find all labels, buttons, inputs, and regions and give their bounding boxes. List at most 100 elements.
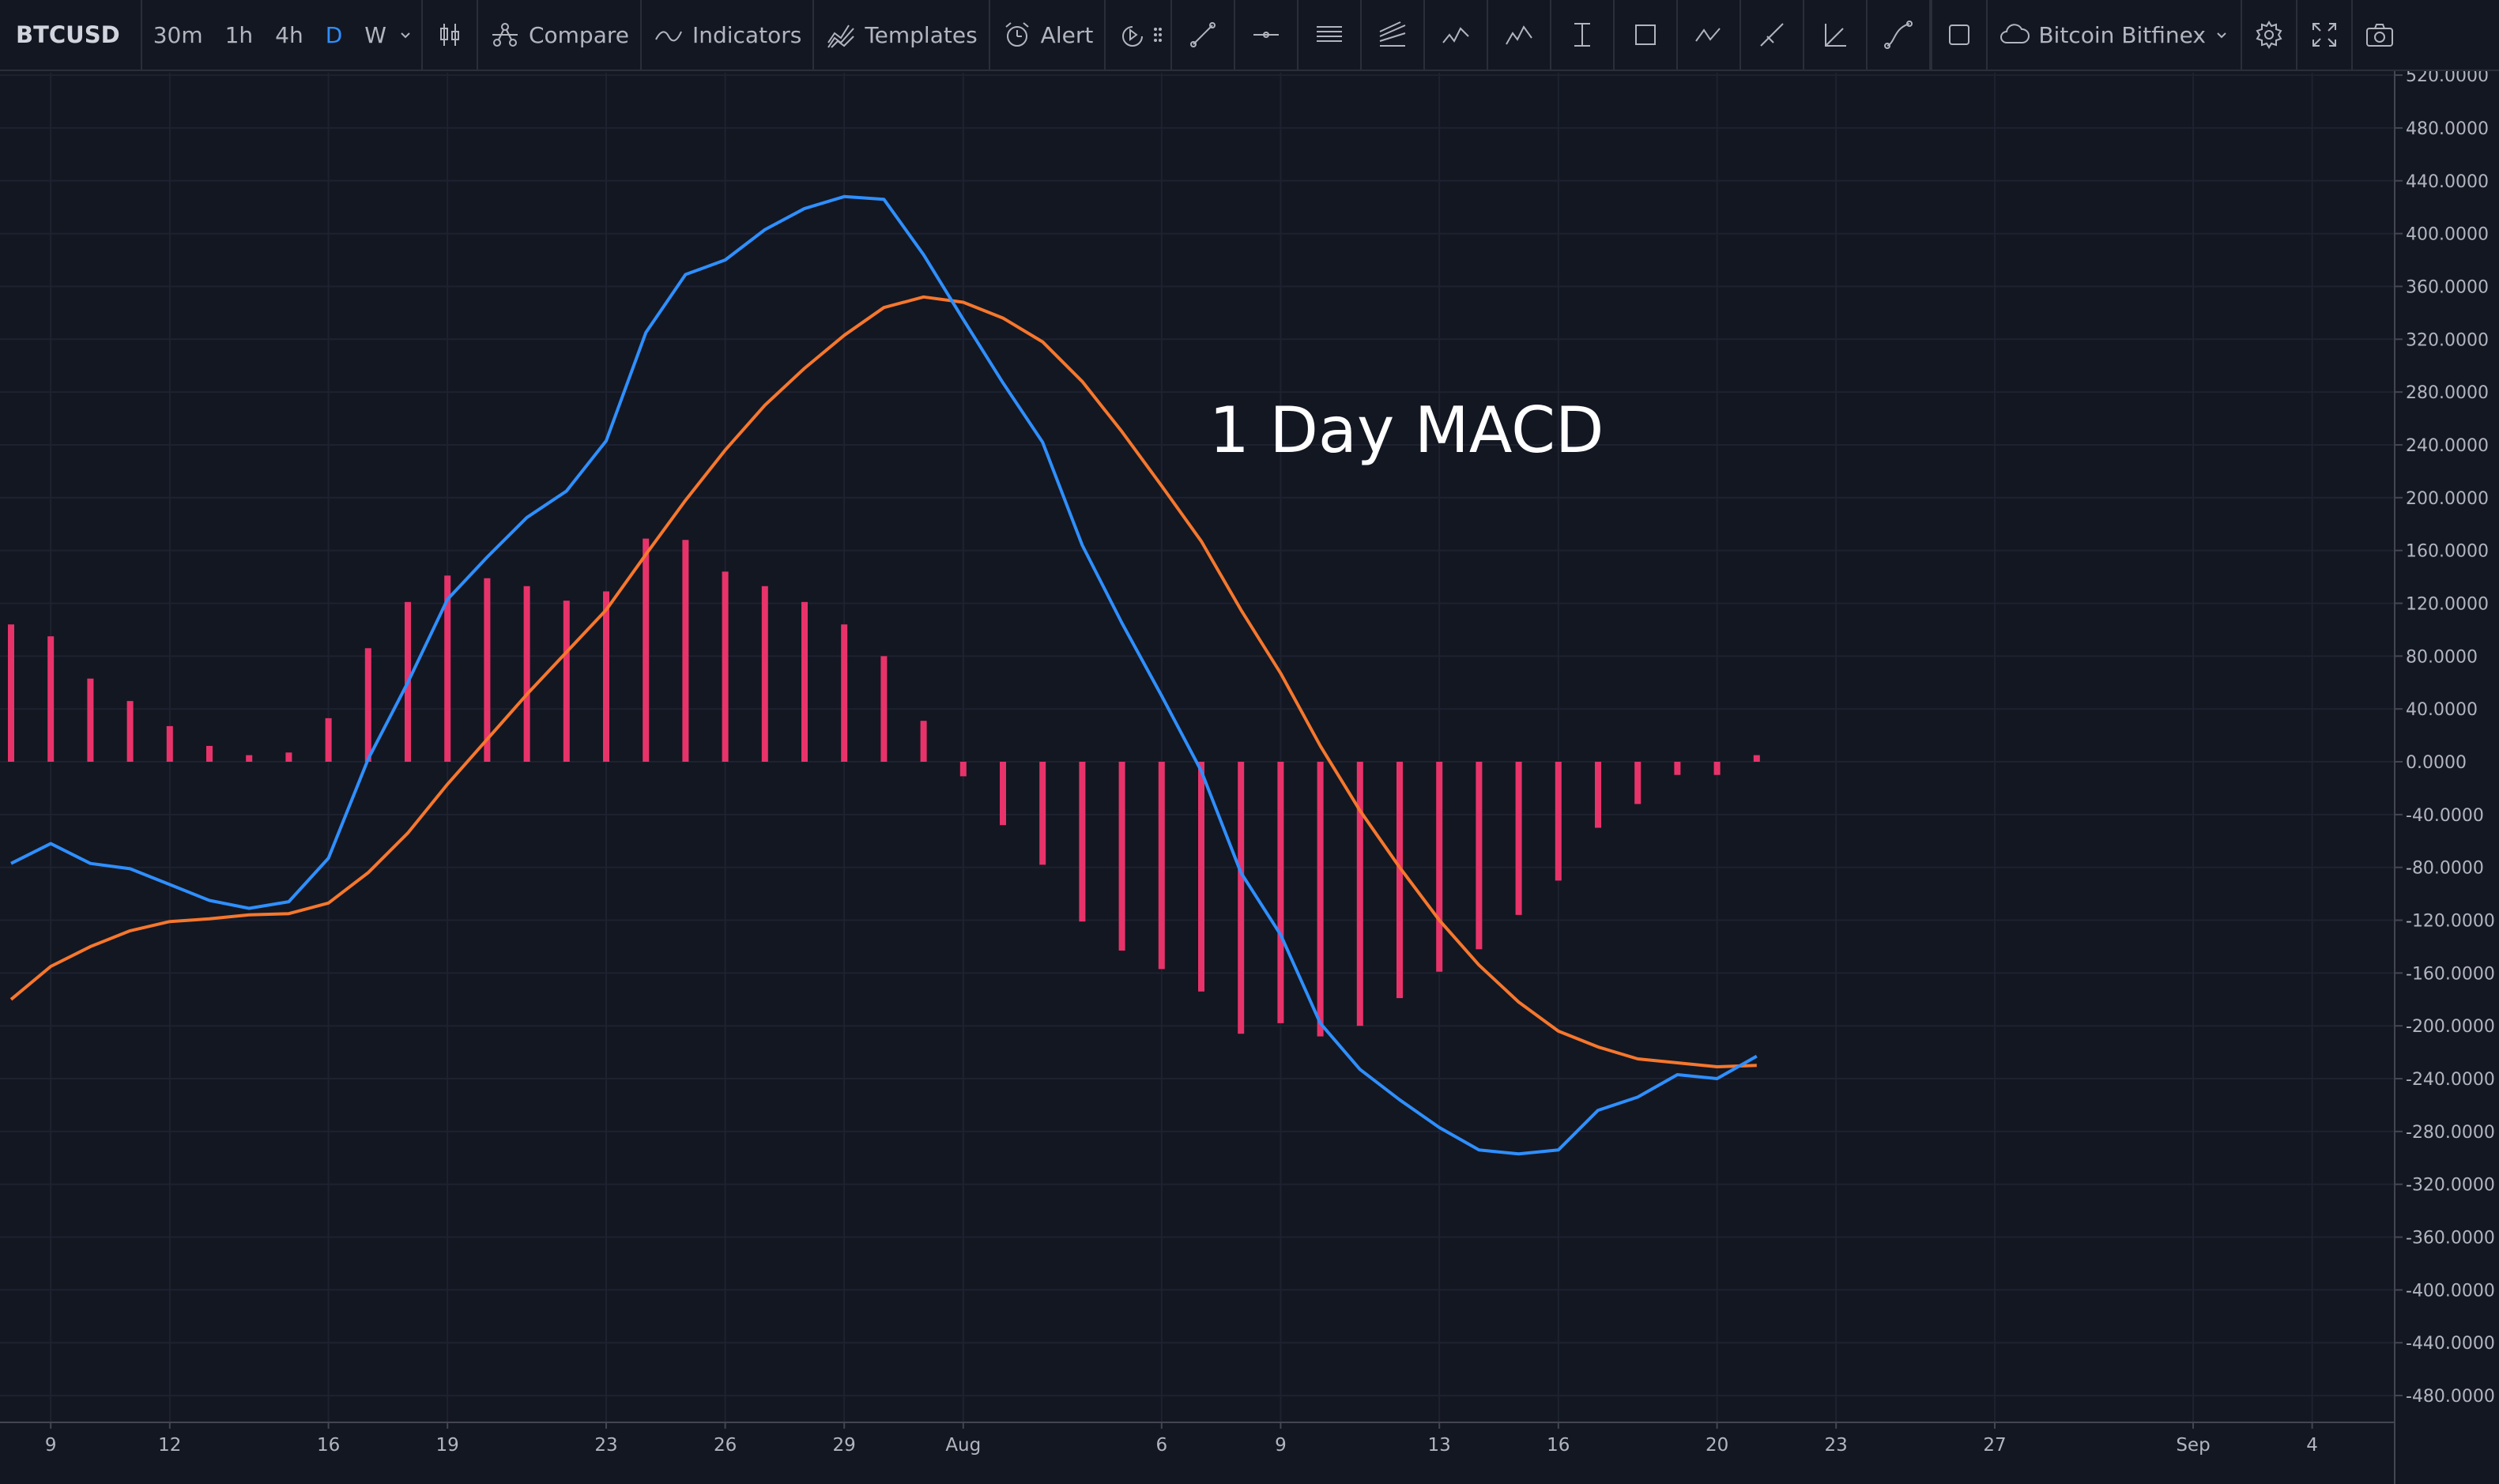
y-axis-tick-label: -40.0000 bbox=[2406, 806, 2484, 826]
replay-button[interactable] bbox=[1106, 0, 1152, 70]
compare-group: Compare bbox=[478, 0, 642, 70]
elliott-wave-icon bbox=[1503, 19, 1535, 51]
parallel-channel-icon bbox=[1314, 19, 1345, 51]
x-axis-tick-label: 23 bbox=[594, 1435, 617, 1456]
histogram-bar bbox=[1238, 762, 1245, 1034]
y-axis-tick-label: -160.0000 bbox=[2406, 964, 2495, 984]
histogram-bar bbox=[1079, 762, 1086, 922]
histogram-bar bbox=[1436, 762, 1443, 972]
histogram-bar bbox=[1515, 762, 1522, 915]
y-axis-tick-label: 80.0000 bbox=[2406, 647, 2478, 667]
angle-icon bbox=[1819, 19, 1851, 51]
x-axis-tick-label: 16 bbox=[1547, 1435, 1570, 1456]
abcd-pattern-icon bbox=[1693, 19, 1724, 51]
histogram-bar bbox=[1356, 762, 1363, 1026]
y-axis-tick-label: -440.0000 bbox=[2406, 1334, 2495, 1354]
horizontal-line-tool[interactable] bbox=[1235, 0, 1299, 70]
replay-icon bbox=[1117, 19, 1148, 51]
y-axis-tick-label: 160.0000 bbox=[2406, 542, 2489, 562]
pitchfork-tool[interactable] bbox=[1362, 0, 1426, 70]
snapshot-button[interactable] bbox=[2353, 0, 2407, 70]
histogram-bar bbox=[563, 601, 570, 762]
interval-d[interactable]: D bbox=[315, 0, 354, 70]
candlestick-icon bbox=[434, 19, 466, 51]
histogram-bar bbox=[1277, 762, 1284, 1023]
fullscreen-button[interactable] bbox=[2297, 0, 2351, 70]
interval-30m[interactable]: 30m bbox=[142, 0, 214, 70]
chart-area[interactable]: 520.0000 480.0000 440.0000 400.0000 360.0000… bbox=[0, 71, 2499, 1484]
x-axis-tick-label: 4 bbox=[2306, 1435, 2318, 1456]
templates-button[interactable]: Templates bbox=[814, 0, 988, 70]
snapshot-group bbox=[2353, 0, 2407, 70]
elliott-wave-tool[interactable] bbox=[1488, 0, 1552, 70]
square-layout-icon bbox=[1943, 19, 1975, 51]
alert-button[interactable]: Alert bbox=[990, 0, 1105, 70]
y-axis-tick-label: -120.0000 bbox=[2406, 912, 2495, 932]
histogram-bar bbox=[761, 586, 768, 762]
drawing-toolbar-handle[interactable] bbox=[1152, 0, 1170, 70]
x-axis-tick-label: Sep bbox=[2176, 1435, 2210, 1456]
interval-4h[interactable]: 4h bbox=[264, 0, 315, 70]
x-axis-tick-label: 6 bbox=[1155, 1435, 1167, 1456]
indicators-icon bbox=[653, 19, 684, 51]
histogram-bar bbox=[1634, 762, 1642, 804]
ray-tool[interactable] bbox=[1741, 0, 1805, 70]
drag-handle-icon bbox=[1152, 19, 1164, 51]
compare-button[interactable]: Compare bbox=[478, 0, 640, 70]
compare-label: Compare bbox=[528, 21, 629, 48]
x-axis-tick-label: Aug bbox=[945, 1435, 981, 1456]
y-axis-tick-label: 360.0000 bbox=[2406, 277, 2489, 297]
symbol-group: BTCUSD bbox=[0, 0, 142, 70]
chart-style-button[interactable] bbox=[423, 0, 477, 70]
rectangle-tool[interactable] bbox=[1615, 0, 1679, 70]
exchange-group: Bitcoin Bitfinex bbox=[1988, 0, 2242, 70]
y-axis-tick-label: 0.0000 bbox=[2406, 753, 2467, 773]
histogram-bar bbox=[1198, 762, 1204, 992]
text-tool[interactable] bbox=[1551, 0, 1615, 70]
histogram-bar bbox=[841, 624, 848, 762]
top-toolbar: BTCUSD 30m 1h 4h D W Compare Indicators … bbox=[0, 0, 2499, 71]
chart-annotation[interactable]: 1 Day MACD bbox=[1209, 394, 1604, 467]
trend-line-icon bbox=[1187, 19, 1219, 51]
curve-tool[interactable] bbox=[1868, 0, 1932, 70]
pitchfork-icon bbox=[1377, 19, 1408, 51]
indicators-button[interactable]: Indicators bbox=[642, 0, 812, 70]
y-axis-tick-label: 200.0000 bbox=[2406, 489, 2489, 509]
parallel-channel-tool[interactable] bbox=[1298, 0, 1363, 70]
histogram-bar bbox=[523, 586, 530, 762]
alert-label: Alert bbox=[1040, 21, 1094, 48]
histogram-bar bbox=[959, 762, 967, 777]
compare-icon bbox=[489, 19, 521, 51]
x-axis-tick-label: 16 bbox=[317, 1435, 340, 1456]
histogram-bar bbox=[47, 636, 55, 762]
interval-1h[interactable]: 1h bbox=[214, 0, 265, 70]
xabcd-pattern-tool[interactable] bbox=[1425, 0, 1489, 70]
histogram-bar bbox=[364, 648, 371, 762]
xabcd-pattern-icon bbox=[1440, 19, 1472, 51]
replay-group bbox=[1106, 0, 1170, 70]
x-axis-tick-label: 27 bbox=[1983, 1435, 2006, 1456]
y-axis-tick-label: 120.0000 bbox=[2406, 594, 2489, 614]
trend-line-tool[interactable] bbox=[1172, 0, 1236, 70]
abcd-pattern-tool[interactable] bbox=[1678, 0, 1742, 70]
histogram-bar bbox=[1476, 762, 1483, 950]
symbol-search-button[interactable]: BTCUSD bbox=[0, 0, 141, 70]
interval-w[interactable]: W bbox=[353, 0, 398, 70]
histogram-bar bbox=[1039, 762, 1046, 865]
histogram-bar bbox=[682, 540, 689, 762]
interval-dropdown-button[interactable] bbox=[398, 0, 421, 70]
angle-tool[interactable] bbox=[1804, 0, 1868, 70]
x-axis-tick-label: 26 bbox=[714, 1435, 737, 1456]
histogram-bar bbox=[325, 718, 332, 762]
y-axis-tick-label: 240.0000 bbox=[2406, 436, 2489, 456]
macd-chart[interactable]: 520.0000480.0000440.0000400.0000360.0000… bbox=[0, 71, 2499, 1484]
histogram-bar bbox=[285, 752, 292, 762]
exchange-button[interactable]: Bitcoin Bitfinex bbox=[1988, 0, 2241, 70]
histogram-bar bbox=[484, 578, 491, 762]
layout-button[interactable] bbox=[1932, 0, 1986, 70]
exchange-label: Bitcoin Bitfinex bbox=[2038, 21, 2206, 48]
settings-button[interactable] bbox=[2242, 0, 2296, 70]
templates-label: Templates bbox=[865, 21, 978, 48]
y-axis-tick-label: 520.0000 bbox=[2406, 71, 2489, 86]
x-axis-tick-label: 20 bbox=[1706, 1435, 1728, 1456]
